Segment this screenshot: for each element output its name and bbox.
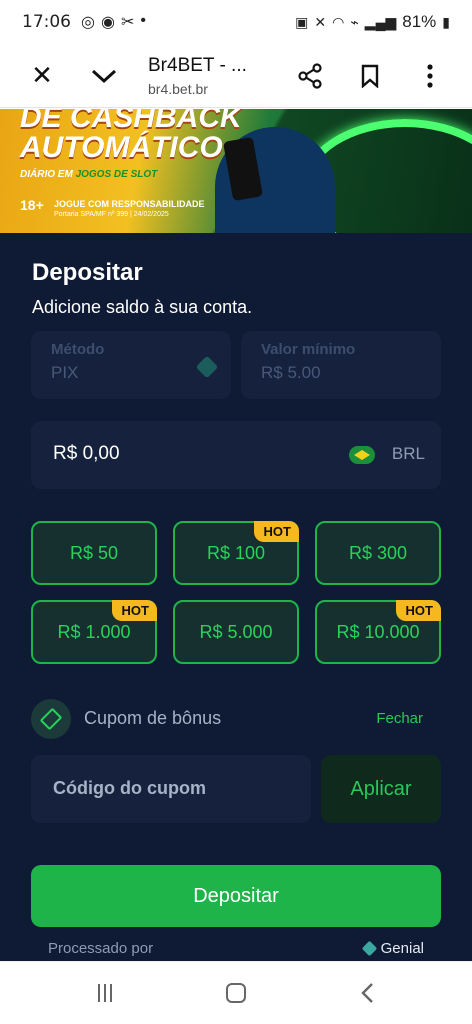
mute-icon: ✕	[314, 13, 327, 30]
battery-icon: ▮	[442, 13, 450, 30]
method-label: Método	[51, 341, 105, 358]
banner-line3: DIÁRIO EM JOGOS DE SLOT	[20, 169, 158, 180]
deposit-subtitle: Adicione saldo à sua conta.	[32, 297, 253, 317]
system-navigation-bar	[0, 961, 472, 1024]
processor-brand: Genial	[361, 940, 424, 957]
method-value: PIX	[51, 363, 79, 382]
bookmark-button[interactable]	[346, 52, 394, 100]
wifi-icon: ◠	[332, 13, 345, 30]
processor-name: Genial	[380, 940, 424, 957]
min-value: R$ 5.00	[261, 363, 321, 382]
browser-toolbar: ✕ Br4BET - ... br4.bet.br	[0, 44, 472, 108]
back-icon	[360, 983, 373, 1003]
currency-label: BRL	[391, 444, 425, 463]
banner-line2: AUTOMÁTICO	[20, 131, 223, 164]
min-value-box: Valor mínimo R$ 5.00	[241, 331, 441, 399]
page-title: Br4BET - ...	[148, 54, 247, 76]
ticket-icon	[31, 699, 71, 739]
status-left-icons: ◎ ◉ ✂ •	[81, 12, 146, 32]
hot-badge: HOT	[111, 600, 157, 621]
page-title-area[interactable]: Br4BET - ... br4.bet.br	[128, 55, 286, 97]
hot-badge: HOT	[253, 521, 299, 542]
amount-value: R$ 0,00	[53, 443, 120, 464]
back-button[interactable]	[337, 968, 397, 1018]
genial-logo-icon	[361, 940, 377, 957]
deposit-title: Depositar	[32, 259, 143, 286]
page-url: br4.bet.br	[148, 80, 208, 97]
amount-input[interactable]: R$ 0,00 BRL	[31, 421, 441, 489]
more-vertical-icon	[427, 63, 433, 88]
close-icon: ✕	[31, 60, 53, 90]
chrome-icon: ◉	[100, 14, 115, 31]
bookmark-icon	[361, 64, 379, 88]
promo-banner[interactable]: DE CASHBACK AUTOMÁTICO DIÁRIO EM JOGOS D…	[0, 109, 472, 233]
status-time: 17:06	[22, 12, 71, 32]
share-button[interactable]	[286, 52, 334, 100]
app-icon: ✂	[120, 14, 135, 31]
coupon-label: Cupom de bônus	[84, 708, 222, 728]
recents-button[interactable]	[75, 968, 135, 1018]
banner-portaria: Portaria SPA/MF nº 399 | 24/02/2025	[54, 211, 169, 218]
hot-badge: HOT	[395, 600, 441, 621]
volte-icon: ⌁	[350, 13, 359, 30]
banner-responsibility: JOGUE COM RESPONSABILIDADE	[54, 199, 205, 209]
whatsapp-icon: ◎	[81, 14, 95, 31]
share-icon	[298, 62, 322, 89]
nfc-icon: ▣	[295, 13, 309, 30]
coupon-close-link[interactable]: Fechar	[376, 710, 423, 727]
preset-amount-5000[interactable]: R$ 5.000	[173, 600, 299, 664]
preset-amount-10000[interactable]: R$ 10.000 HOT	[315, 600, 441, 664]
chevron-down-icon	[91, 69, 117, 83]
home-icon	[225, 983, 246, 1003]
min-value-label: Valor mínimo	[261, 341, 356, 358]
deposit-panel: Depositar Adicione saldo à sua conta. Mé…	[0, 233, 472, 961]
minimize-button[interactable]	[80, 52, 128, 100]
coupon-code-placeholder: Código do cupom	[53, 778, 206, 798]
home-button[interactable]	[206, 968, 266, 1018]
more-options-button[interactable]	[406, 52, 454, 100]
dot-icon: •	[140, 12, 146, 29]
coupon-code-input[interactable]: Código do cupom	[31, 755, 311, 823]
coupon-row: Cupom de bônus Fechar	[31, 699, 441, 739]
pix-icon	[195, 355, 219, 379]
status-right-icons: ▣ ✕ ◠ ⌁ ▂▄▆ 81% ▮	[295, 12, 450, 32]
recents-icon	[98, 984, 113, 1002]
signal-icon: ▂▄▆	[364, 13, 397, 30]
status-bar: 17:06 ◎ ◉ ✂ • ▣ ✕ ◠ ⌁ ▂▄▆ 81% ▮	[0, 0, 472, 44]
banner-age: 18+	[20, 197, 44, 213]
close-tab-button[interactable]: ✕	[18, 52, 66, 100]
deposit-button[interactable]: Depositar	[31, 865, 441, 927]
preset-amount-50[interactable]: R$ 50	[31, 521, 157, 585]
apply-coupon-button[interactable]: Aplicar	[321, 755, 441, 823]
preset-amount-100[interactable]: R$ 100 HOT	[173, 521, 299, 585]
processed-by-label: Processado por	[48, 940, 154, 957]
preset-amount-1000[interactable]: R$ 1.000 HOT	[31, 600, 157, 664]
method-box: Método PIX	[31, 331, 231, 399]
preset-amount-300[interactable]: R$ 300	[315, 521, 441, 585]
brazil-flag-icon	[349, 446, 375, 464]
battery-percent: 81%	[402, 12, 437, 31]
